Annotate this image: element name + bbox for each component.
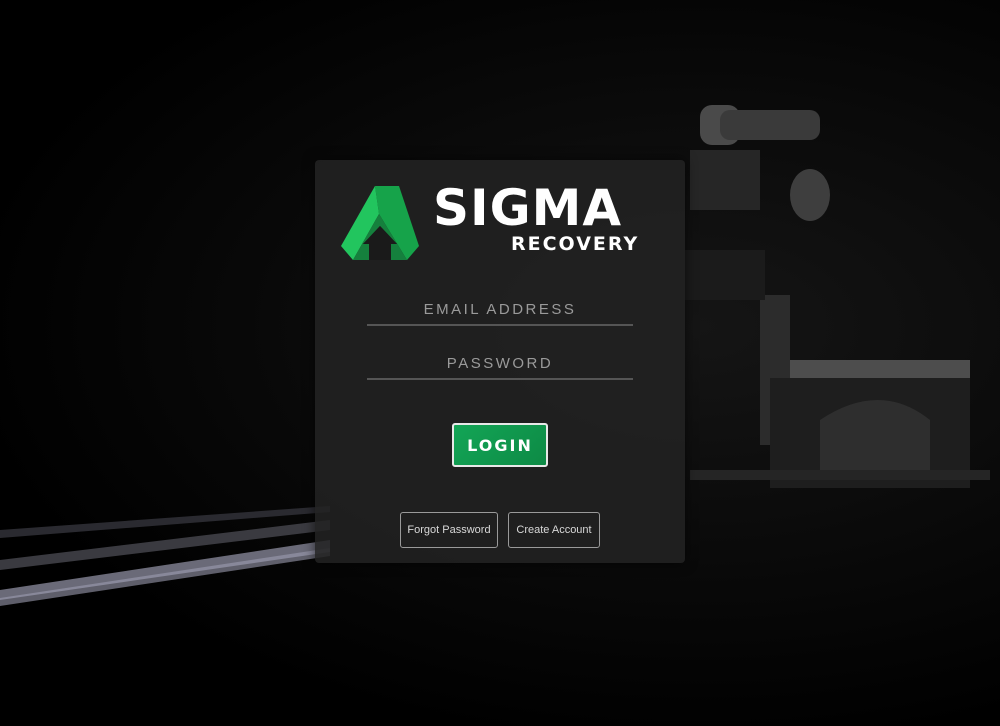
brand-tagline: RECOVERY [511, 233, 640, 255]
password-input[interactable] [367, 348, 633, 378]
login-button[interactable]: LOGIN [452, 423, 548, 467]
email-input[interactable] [367, 294, 633, 324]
forgot-password-button[interactable]: Forgot Password [400, 512, 498, 548]
up-arrow-triangle-icon [341, 186, 419, 260]
create-account-button[interactable]: Create Account [508, 512, 600, 548]
password-field [367, 348, 633, 380]
sigma-recovery-logo: SIGMA RECOVERY [341, 179, 661, 264]
login-panel: SIGMA RECOVERY LOGIN Forgot Password Cre… [315, 160, 685, 563]
brand-name: SIGMA [433, 179, 623, 237]
login-screen: SIGMA RECOVERY LOGIN Forgot Password Cre… [0, 0, 1000, 726]
email-field [367, 294, 633, 326]
